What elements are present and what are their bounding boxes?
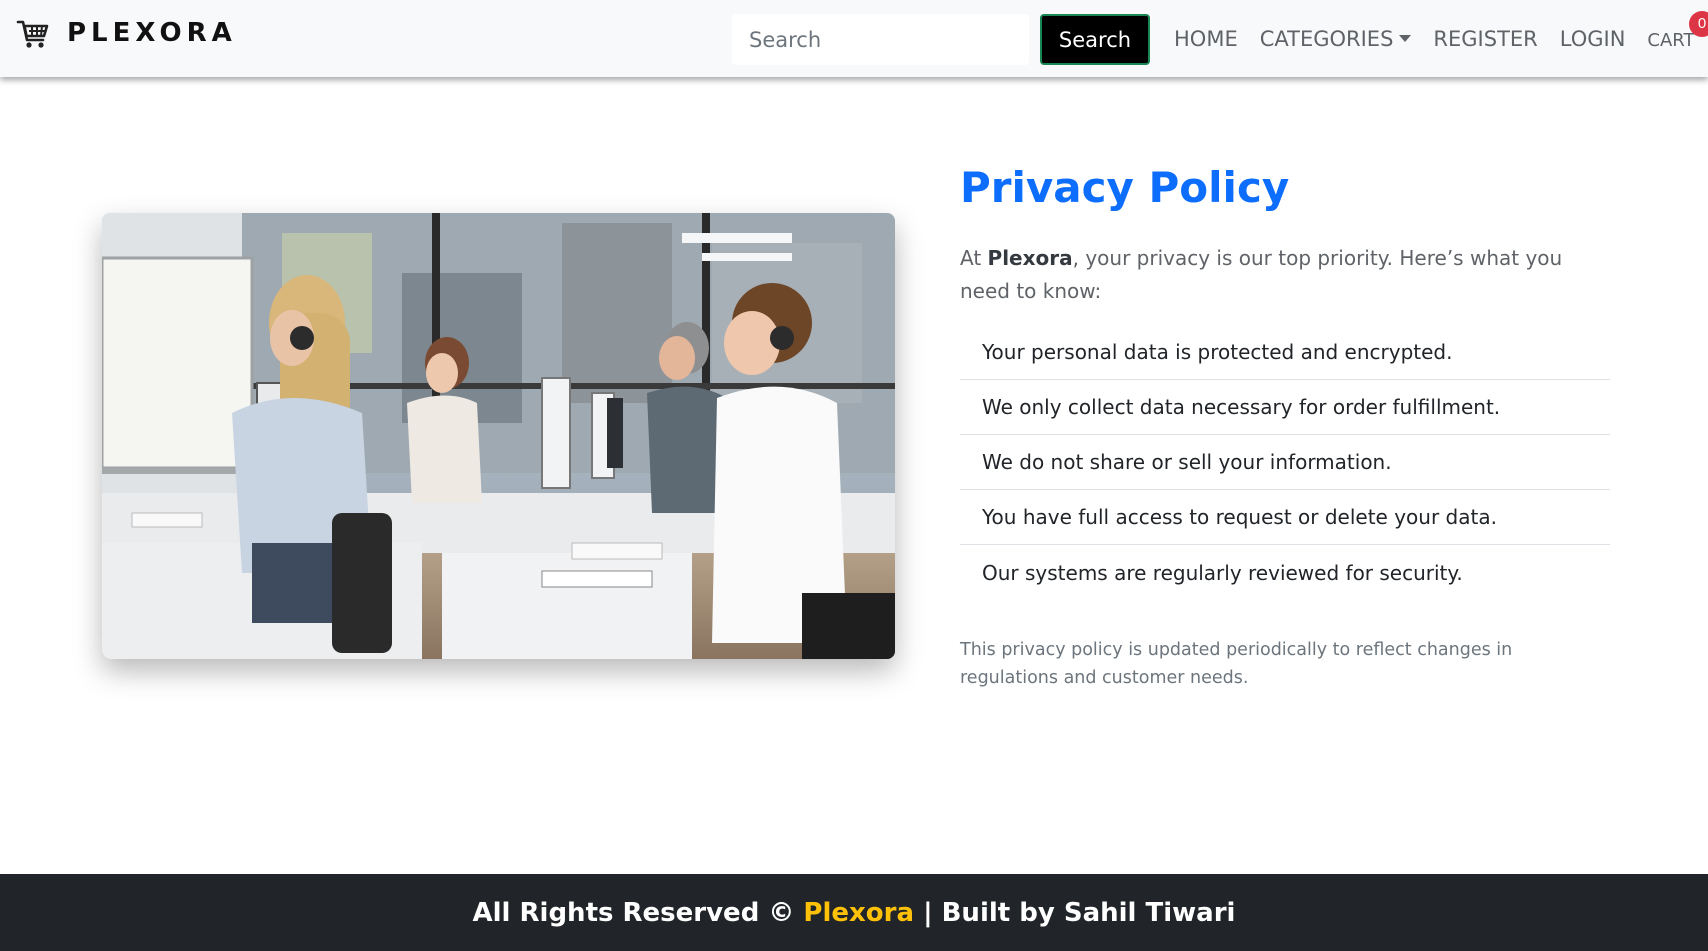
nav-categories-dropdown[interactable]: CATEGORIES [1260, 27, 1412, 51]
list-item: We do not share or sell your information… [960, 435, 1610, 490]
cart-count-badge: 0 [1689, 11, 1708, 37]
caret-down-icon [1399, 35, 1412, 42]
nav-register-label: REGISTER [1433, 26, 1538, 51]
nav-home-label: HOME [1174, 26, 1238, 51]
shopping-cart-icon [16, 20, 49, 48]
list-item: We only collect data necessary for order… [960, 380, 1610, 435]
nav-categories-label: CATEGORIES [1259, 26, 1394, 51]
footer-brand: Plexora [803, 897, 915, 928]
intro-text: At Plexora, your privacy is our top prio… [960, 242, 1610, 308]
search-input[interactable] [732, 14, 1029, 65]
footer-text: All Rights Reserved © Plexora | Built by… [473, 898, 1236, 928]
privacy-content: Privacy Policy At Plexora, your privacy … [960, 160, 1610, 692]
brand-name: PLEXORA [67, 18, 237, 48]
call-center-photo [102, 213, 895, 659]
list-item: Our systems are regularly reviewed for s… [982, 560, 1463, 585]
nav-login-link[interactable]: LOGIN [1560, 27, 1626, 51]
update-note: This privacy policy is updated periodica… [960, 640, 1513, 688]
footer: All Rights Reserved © Plexora | Built by… [0, 874, 1708, 951]
policy-list: Your personal data is protected and encr… [960, 325, 1610, 600]
navbar: PLEXORA Search HOME CATEGORIES REGISTER … [0, 0, 1708, 77]
nav-cart-label: CART [1647, 30, 1695, 51]
nav-login-label: LOGIN [1559, 26, 1626, 51]
footer-prefix: All Rights Reserved © [472, 897, 804, 928]
list-item: You have full access to request or delet… [960, 490, 1610, 545]
hero-image [102, 213, 895, 659]
nav-home-link[interactable]: HOME [1174, 27, 1238, 51]
list-item: Your personal data is protected and encr… [960, 325, 1610, 380]
brand-link[interactable]: PLEXORA [16, 16, 237, 50]
page-title: Privacy Policy [960, 163, 1290, 212]
footer-suffix: | Built by Sahil Tiwari [914, 897, 1236, 928]
nav-links: HOME CATEGORIES REGISTER LOGIN CART [1174, 0, 1694, 77]
nav-cart-link[interactable]: CART [1647, 30, 1694, 51]
nav-register-link[interactable]: REGISTER [1433, 27, 1537, 51]
intro-brand: Plexora [987, 246, 1073, 270]
intro-prefix: At [960, 246, 988, 270]
search-button[interactable]: Search [1040, 14, 1150, 65]
